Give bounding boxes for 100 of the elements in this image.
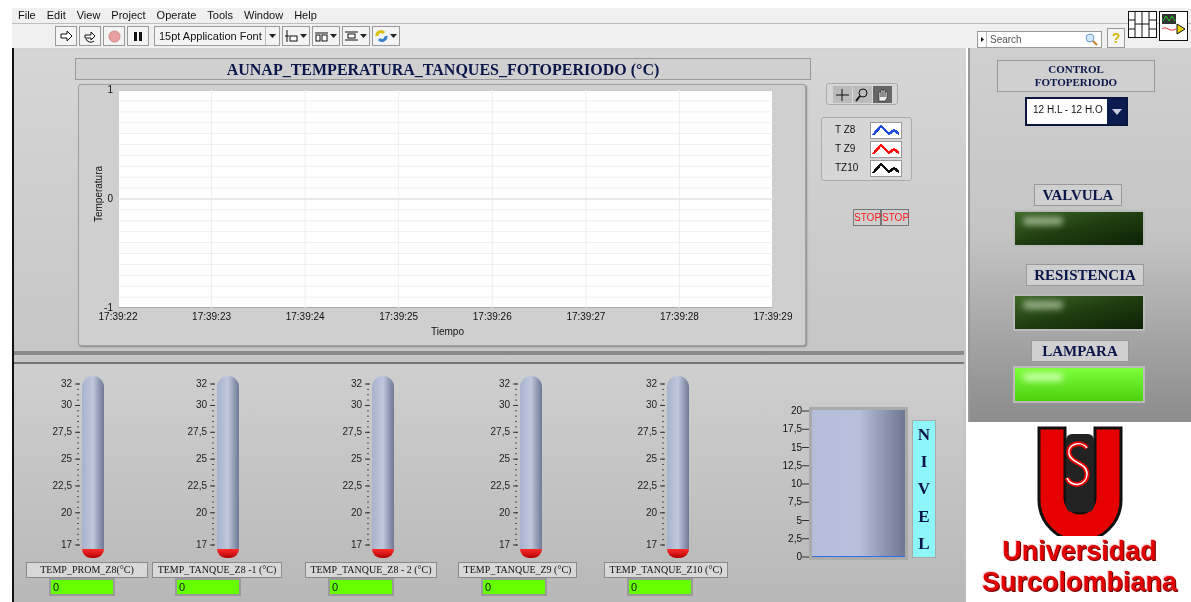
scale-label: 27,5: [341, 427, 362, 438]
pause-icon: [133, 30, 143, 42]
thermometer-label: TEMP_TANQUE_Z9 (°C): [458, 562, 577, 578]
axis-title: Tiempo: [431, 327, 464, 337]
scale-label: 22,5: [636, 480, 657, 491]
scale-label: 15: [789, 442, 802, 453]
scale-label: 7,5: [787, 497, 802, 508]
cursor-icon[interactable]: [832, 85, 852, 103]
scale-label: 20: [349, 507, 362, 518]
thermometer-bulb: [82, 549, 104, 558]
value-field[interactable]: 0: [481, 578, 547, 596]
legend-label: T Z8: [835, 125, 857, 135]
arrow-icon: [59, 30, 73, 42]
legend-label: T Z9: [835, 144, 857, 154]
tank-label-text: NIVEL: [916, 424, 932, 555]
axis-tick-label: 17:39:25: [378, 312, 420, 322]
photoperiod-dropdown[interactable]: 12 H.L - 12 H.O: [1025, 97, 1128, 126]
resize-icon: [345, 30, 358, 42]
value-field[interactable]: 0: [49, 578, 115, 596]
scale-label: 5: [795, 515, 802, 526]
chart-title: AUNAP_TEMPERATURA_TANQUES_FOTOPERIODO (°C): [75, 58, 811, 80]
scale-label: 20: [194, 507, 207, 518]
value-field[interactable]: 0: [328, 578, 394, 596]
scale-label: 25: [349, 454, 362, 465]
axis-tick-label: 17:39:29: [752, 312, 794, 322]
menu-item[interactable]: Tools: [207, 10, 234, 21]
scale-label: 30: [194, 400, 207, 411]
value-field[interactable]: 0: [627, 578, 693, 596]
scale-label: 20: [497, 507, 510, 518]
hand-icon[interactable]: [872, 85, 892, 103]
scale-label: 17: [644, 540, 657, 550]
scale-label: 32: [497, 379, 510, 389]
thermometer-bulb: [217, 549, 239, 558]
logo-text: Universidad: [1002, 536, 1157, 567]
scale-label: 27,5: [51, 427, 72, 438]
scale-label: 27,5: [186, 427, 207, 438]
menu-item[interactable]: Edit: [46, 10, 66, 21]
scale-label: 32: [644, 379, 657, 389]
menu-item[interactable]: File: [18, 10, 36, 21]
control-title-line: FOTOPERIODO: [1034, 76, 1118, 89]
indicator-label: LAMPARA: [1031, 340, 1129, 362]
align-button[interactable]: [282, 26, 310, 46]
thermometer-bulb: [667, 549, 689, 558]
caret-right-icon: [980, 36, 984, 42]
thermometer-label: TEMP_TANQUE_Z8 -1 (°C): [152, 562, 282, 578]
thermometer-label: TEMP_TANQUE_Z8 - 2 (°C): [305, 562, 437, 578]
reorder-button[interactable]: [372, 26, 400, 46]
align-icon: [285, 30, 298, 42]
menu-item[interactable]: Window: [244, 10, 284, 21]
distribute-button[interactable]: [312, 26, 340, 46]
pause-button[interactable]: [127, 26, 149, 46]
scale-label: 22,5: [51, 480, 72, 491]
axis-tick-label: 17:39:22: [97, 312, 139, 322]
scale-label: 25: [194, 454, 207, 465]
thermometer-bulb: [520, 549, 542, 558]
vi-icon[interactable]: [1159, 11, 1188, 41]
search-icon: [1085, 32, 1098, 46]
scale-label: 10: [789, 479, 802, 489]
menu-item[interactable]: View: [76, 10, 101, 21]
logo-text: Surcolombiana: [981, 567, 1177, 598]
resize-button[interactable]: [342, 26, 370, 46]
thermometer-label: TEMP_TANQUE_Z10 (°C): [604, 562, 728, 578]
zoom-icon[interactable]: [852, 85, 872, 103]
thermometer-label: TEMP_PROM_Z8(°C): [26, 562, 148, 578]
font-dropdown[interactable]: 15pt Application Font: [154, 26, 280, 46]
value-field[interactable]: 0: [175, 578, 241, 596]
scale-label: 17: [349, 540, 362, 550]
scale-label: 20: [789, 406, 802, 416]
axis-tick-label: 1: [106, 85, 113, 95]
scale-label: 27,5: [489, 427, 510, 438]
scale-label: 17: [497, 540, 510, 550]
scale-label: 32: [194, 379, 207, 389]
scale-label: 22,5: [186, 480, 207, 491]
axis-tick-label: 17:39:28: [658, 312, 700, 322]
run-continuously-button[interactable]: [79, 26, 101, 46]
caret-icon: [300, 34, 307, 38]
scale-label: 32: [59, 379, 72, 389]
scale-label: 0: [795, 552, 802, 562]
caret-icon: [269, 34, 276, 38]
scale-label: 25: [497, 454, 510, 465]
caret-icon: [360, 34, 367, 38]
scale-label: 17,5: [781, 424, 802, 435]
thermometer-bulb: [372, 549, 394, 558]
scale-label: 30: [59, 400, 72, 411]
stop-circle-icon: [107, 29, 121, 43]
scale-label: 30: [497, 400, 510, 411]
search-input[interactable]: Search: [987, 31, 1085, 47]
search-field[interactable]: Search: [977, 30, 1102, 48]
menu-item[interactable]: Operate: [156, 10, 197, 21]
indicator-label: RESISTENCIA: [1026, 264, 1144, 286]
menu-item[interactable]: Help: [294, 10, 317, 21]
reorder-icon: [375, 30, 388, 42]
run-button[interactable]: [55, 26, 77, 46]
menu-item[interactable]: Project: [111, 10, 146, 21]
indicator-label: VALVULA: [1034, 184, 1122, 206]
scale-label: 25: [644, 454, 657, 465]
axis-tick-label: -1: [104, 303, 113, 313]
scale-label: 30: [644, 400, 657, 411]
connector-pane-icon[interactable]: [1128, 11, 1157, 38]
caret-icon: [330, 34, 337, 38]
